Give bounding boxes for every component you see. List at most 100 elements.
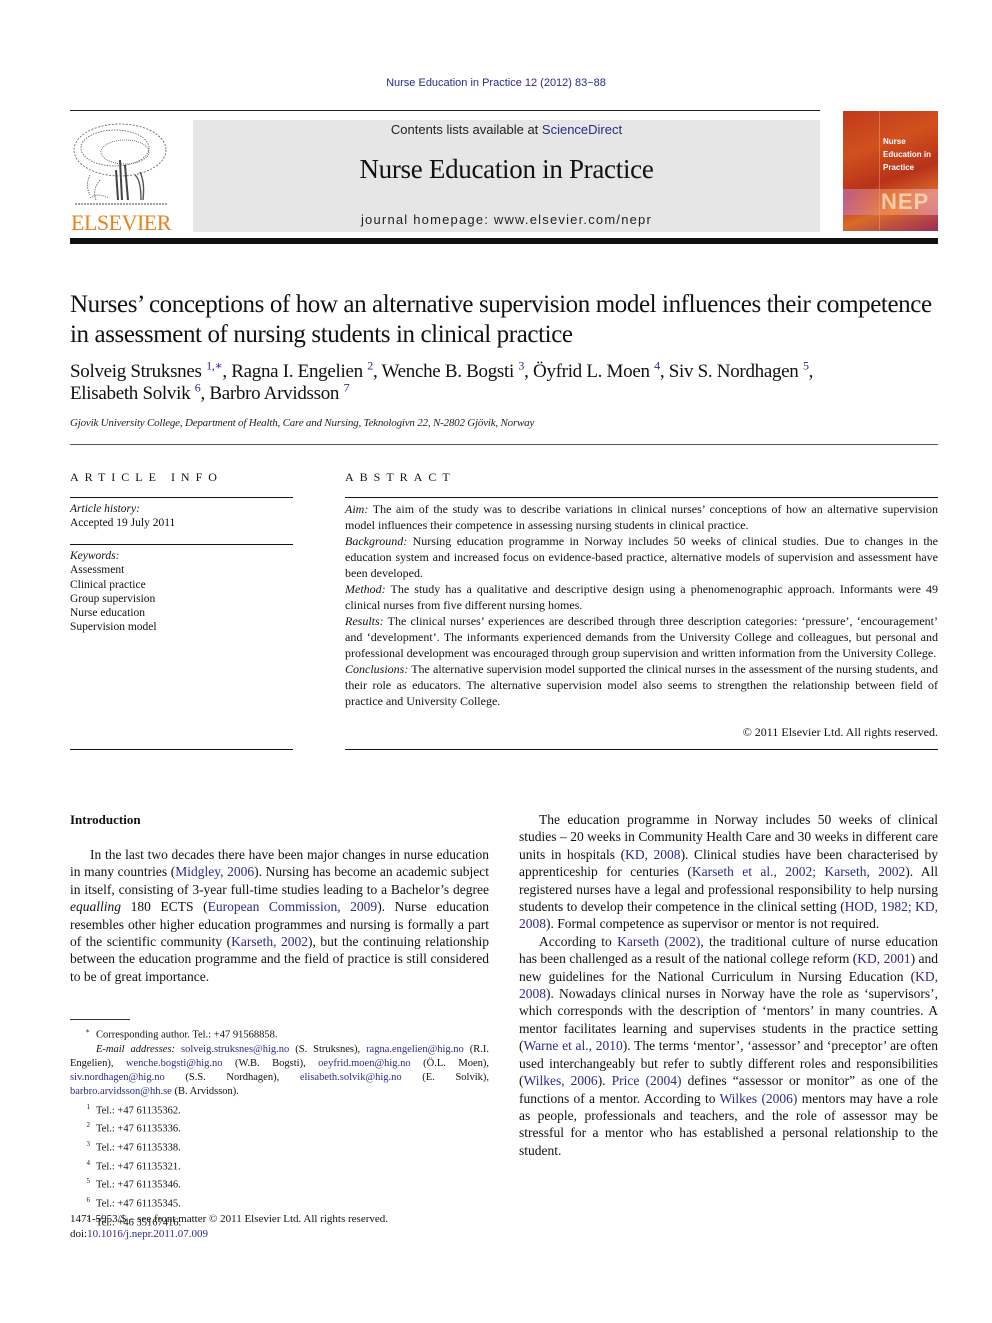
author-affiliation-marker[interactable]: 5 — [803, 359, 809, 373]
journal-masthead: Contents lists available at ScienceDirec… — [193, 120, 820, 232]
article-info-heading: ARTICLE INFO — [70, 470, 223, 484]
doi-line: doi:10.1016/j.nepr.2011.07.009 — [70, 1227, 510, 1242]
phone-footnote: 1 Tel.: +47 61135362. — [70, 1100, 489, 1119]
citation-link[interactable]: Wilkes (2006) — [719, 1091, 797, 1106]
phone-footnote: 4 Tel.: +47 61135321. — [70, 1156, 489, 1175]
email-label: E-mail addresses: — [96, 1043, 182, 1055]
email-link[interactable]: siv.nordhagen@hig.no — [70, 1072, 165, 1083]
journal-citation-link[interactable]: Nurse Education in Practice 12 (2012) 83… — [0, 77, 992, 89]
footnote-number: 2 — [86, 1121, 91, 1130]
section-heading-introduction: Introduction — [70, 812, 141, 827]
author-list: Solveig Struksnes 1,∗, Ragna I. Engelien… — [70, 358, 814, 404]
article-history: Article history: Accepted 19 July 2011 — [70, 502, 294, 531]
cover-abbrev: NEP — [881, 189, 930, 214]
article-history-value: Accepted 19 July 2011 — [70, 517, 176, 530]
author-affiliation-marker[interactable]: 2 — [367, 359, 373, 373]
footnote-number: 6 — [86, 1196, 91, 1205]
abstract-label: Background: — [345, 534, 408, 548]
citation-link[interactable]: Karseth et al., 2002; Karseth, 2002 — [692, 864, 905, 879]
email-link[interactable]: ragna.engelien@hig.no — [366, 1044, 464, 1055]
author-affiliation-marker[interactable]: 3 — [518, 359, 524, 373]
abstract-rule — [345, 497, 938, 498]
email-link[interactable]: oeyfrid.moen@hig.no — [318, 1058, 411, 1069]
citation-link[interactable]: Karseth, 2002 — [231, 934, 308, 949]
footnote-text: Tel.: +47 61135346. — [96, 1179, 181, 1191]
author-name: Wenche B. Bogsti — [381, 361, 519, 382]
email-link[interactable]: elisabeth.solvik@hig.no — [300, 1072, 402, 1083]
abstract-label: Method: — [345, 582, 386, 596]
abstract-background: Background: Nursing education programme … — [345, 533, 938, 581]
citation-link[interactable]: European Commission, 2009 — [208, 899, 378, 914]
abstract-method: Method: The study has a qualitative and … — [345, 581, 938, 613]
keywords-block: Keywords: Assessment Clinical practice G… — [70, 549, 294, 635]
footnotes: ∗ Corresponding author. Tel.: +47 9156885… — [70, 1024, 489, 1230]
journal-cover-thumbnail[interactable]: Nurse Education in Practice NEP — [843, 111, 938, 231]
abstract-text: The clinical nurses’ experiences are des… — [345, 614, 938, 660]
keyword: Clinical practice — [70, 578, 146, 591]
email-link[interactable]: solveig.struksnes@hig.no — [181, 1044, 289, 1055]
body-paragraph: In the last two decades there have been … — [70, 847, 489, 984]
author-name: Barbro Arvidsson — [209, 383, 344, 404]
cover-title-line: Education in — [883, 150, 931, 159]
author-affiliation-marker[interactable]: 6 — [195, 381, 201, 395]
footnote-rule — [70, 1019, 130, 1020]
citation-link[interactable]: HOD, 1982; KD, 2008 — [519, 899, 938, 931]
footnote-number: 3 — [86, 1139, 91, 1148]
author-affiliation-marker[interactable]: 4 — [654, 359, 660, 373]
phone-footnote: 3 Tel.: +47 61135338. — [70, 1137, 489, 1156]
citation-link[interactable]: Midgley, 2006 — [175, 864, 254, 879]
citation-link[interactable]: Price (2004) — [612, 1073, 682, 1088]
doi-prefix: doi: — [70, 1227, 88, 1240]
abstract-copyright: © 2011 Elsevier Ltd. All rights reserved… — [742, 725, 938, 739]
contents-prefix: Contents lists available at — [390, 122, 542, 137]
journal-title: Nurse Education in Practice — [359, 154, 654, 184]
citation-link[interactable]: KD, 2008 — [625, 847, 680, 862]
issn-line: 1471-5953/$ – see front matter © 2011 El… — [70, 1213, 389, 1225]
body-right-column: The education programme in Norway includ… — [519, 811, 938, 1159]
abstract-body: Aim: The aim of the study was to describ… — [345, 501, 938, 709]
author-name: Öyfrid L. Moen — [533, 361, 655, 382]
cover-title: Nurse Education in Practice — [883, 135, 931, 174]
sciencedirect-link[interactable]: ScienceDirect — [542, 122, 622, 137]
citation-link[interactable]: Warne et al., 2010 — [524, 1038, 623, 1053]
abstract-heading: ABSTRACT — [345, 470, 456, 484]
author-name: Solveig Struksnes — [70, 361, 207, 382]
abstract-text: The study has a qualitative and descript… — [345, 582, 938, 612]
corresponding-author-note: ∗ Corresponding author. Tel.: +47 9156885… — [70, 1024, 489, 1043]
article-history-label: Article history: — [70, 503, 140, 515]
citation-link[interactable]: Karseth (2002) — [617, 934, 700, 949]
article-info-rule — [70, 497, 293, 498]
footnote-number: 5 — [86, 1177, 91, 1186]
doi-link[interactable]: 10.1016/j.nepr.2011.07.009 — [87, 1228, 208, 1240]
footnote-mark: ∗ — [85, 1027, 90, 1035]
body-paragraph: The education programme in Norway includ… — [519, 812, 938, 932]
elsevier-logo[interactable]: ELSEVIER — [70, 120, 172, 235]
citation-link[interactable]: KD, 2008 — [519, 969, 938, 1001]
contents-availability: Contents lists available at ScienceDirec… — [193, 122, 820, 137]
phone-footnote: 2 Tel.: +47 61135336. — [70, 1118, 489, 1137]
header-rule — [70, 110, 820, 111]
email-addresses: E-mail addresses: solveig.struksnes@hig.… — [70, 1043, 489, 1098]
author-affiliation-marker[interactable]: 7 — [344, 381, 350, 395]
citation-link[interactable]: Wilkes, 2006 — [524, 1073, 598, 1088]
masthead-thick-rule — [70, 238, 938, 244]
journal-homepage-link[interactable]: journal homepage: www.elsevier.com/nepr — [193, 212, 820, 227]
author-affiliation-marker[interactable]: 1,∗ — [206, 359, 223, 373]
citation-link[interactable]: KD, 2001 — [857, 951, 910, 966]
article-title: Nurses’ conceptions of how an alternativ… — [70, 291, 932, 348]
footnote-text: Tel.: +47 61135336. — [96, 1123, 181, 1135]
elsevier-wordmark: ELSEVIER — [71, 210, 171, 235]
footnote-number: 1 — [86, 1102, 91, 1111]
phone-footnotes: 1 Tel.: +47 61135362. 2 Tel.: +47 61135336.… — [70, 1100, 489, 1231]
email-link[interactable]: barbro.arvidsson@hh.se — [70, 1086, 172, 1097]
keyword: Assessment — [70, 564, 125, 577]
footnote-text: Tel.: +47 61135362. — [96, 1105, 181, 1117]
keywords-rule — [70, 544, 293, 545]
abstract-bottom-rule — [345, 749, 938, 750]
abstract-label: Results: — [345, 614, 384, 628]
keyword: Supervision model — [70, 621, 157, 634]
abstract-text: The alternative supervision model suppor… — [345, 662, 938, 708]
email-link[interactable]: wenche.bogsti@hig.no — [126, 1058, 223, 1069]
abstract-label: Aim: — [345, 502, 369, 516]
affiliation-rule — [70, 444, 938, 445]
